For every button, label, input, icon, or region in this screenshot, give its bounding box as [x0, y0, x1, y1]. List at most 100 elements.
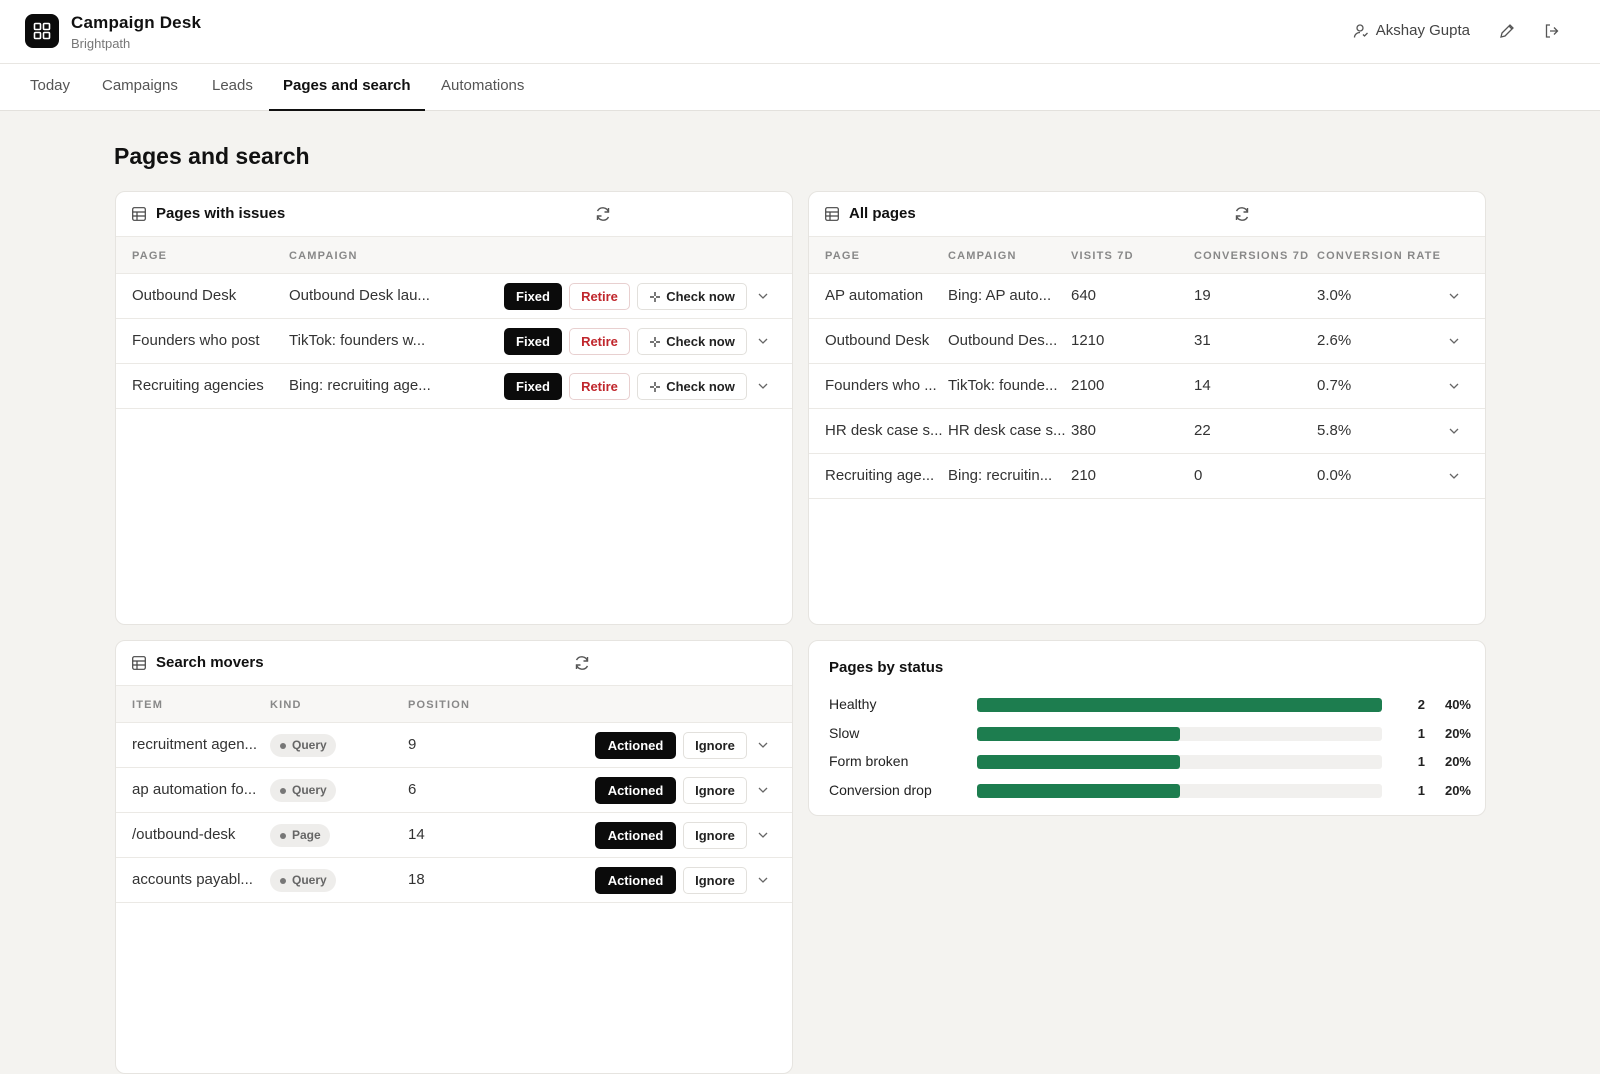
status-count: 1 — [1417, 754, 1425, 769]
card-title: All pages — [849, 205, 916, 222]
tab-campaigns[interactable]: Campaigns — [88, 64, 192, 111]
conversion-rate-cell: 0.7% — [1317, 377, 1352, 394]
sparkle-icon — [650, 381, 661, 392]
card-header: Pages with issues — [116, 192, 792, 237]
table-icon — [825, 207, 839, 221]
status-percent: 20% — [1444, 782, 1471, 798]
chevron-down-icon[interactable] — [756, 828, 770, 842]
tab-automations[interactable]: Automations — [427, 64, 538, 111]
visits-cell: 380 — [1071, 422, 1097, 439]
conversion-rate-cell: 0.0% — [1317, 467, 1352, 484]
table-row: Recruiting agencies Bing: recruiting age.… — [116, 364, 792, 409]
tab-pages-and-search[interactable]: Pages and search — [269, 64, 425, 111]
check-now-label: Check now — [666, 334, 735, 349]
app-title: Campaign Desk — [71, 13, 202, 32]
fixed-button[interactable]: Fixed — [504, 283, 562, 310]
table-row: recruitment agen... Query 9 Actioned Ignore — [116, 723, 792, 768]
status-label: Form broken — [829, 753, 909, 769]
table-row: AP automation Bing: AP auto... 640 19 3.0% — [809, 274, 1485, 319]
position-cell: 18 — [408, 871, 425, 888]
app-logo-icon[interactable] — [25, 14, 59, 48]
table-header: PAGE CAMPAIGN — [116, 237, 792, 274]
conversions-cell: 22 — [1194, 422, 1211, 439]
item-cell: recruitment agen... — [132, 736, 258, 753]
conversion-rate-cell: 2.6% — [1317, 332, 1352, 349]
ignore-button[interactable]: Ignore — [683, 867, 747, 894]
visits-cell: 1210 — [1071, 332, 1105, 349]
chevron-down-icon[interactable] — [1447, 334, 1461, 348]
user-name: Akshay Gupta — [1375, 22, 1470, 39]
column-header: ITEM — [132, 699, 164, 711]
actioned-button[interactable]: Actioned — [595, 777, 676, 804]
table-row: Recruiting age... Bing: recruitin... 210 0 0… — [809, 454, 1485, 499]
all-pages-card: All pages PAGE CAMPAIGN VISITS 7D CONVER… — [808, 191, 1486, 625]
table-row: HR desk case s... HR desk case s... 380 22 5… — [809, 409, 1485, 454]
status-count: 1 — [1417, 725, 1425, 741]
ignore-button[interactable]: Ignore — [683, 822, 747, 849]
page-cell: Outbound Desk — [825, 332, 930, 349]
status-row: Form broken 1 20% — [809, 751, 1485, 771]
status-count: 2 — [1417, 697, 1425, 712]
chevron-down-icon[interactable] — [756, 783, 770, 797]
card-title: Search movers — [156, 654, 264, 671]
edit-icon[interactable] — [1497, 21, 1517, 41]
conversions-cell: 0 — [1194, 467, 1203, 484]
chevron-down-icon[interactable] — [756, 738, 770, 752]
campaign-cell: TikTok: founders w... — [289, 332, 426, 349]
campaign-cell: Bing: AP auto... — [948, 287, 1052, 304]
kind-badge: Query — [270, 779, 336, 802]
table-row: Founders who ... TikTok: founde... 2100 14 0… — [809, 364, 1485, 409]
main-tabs: Today Campaigns Leads Pages and search A… — [0, 64, 1600, 111]
status-bar-fill — [977, 726, 1180, 741]
tab-today[interactable]: Today — [16, 64, 84, 111]
column-header: CAMPAIGN — [289, 250, 358, 262]
fixed-button[interactable]: Fixed — [504, 373, 562, 400]
chevron-down-icon[interactable] — [1447, 469, 1461, 483]
fixed-button[interactable]: Fixed — [504, 328, 562, 355]
table-row: /outbound-desk Page 14 Actioned Ignore — [116, 813, 792, 858]
chevron-down-icon[interactable] — [1447, 289, 1461, 303]
chevron-down-icon[interactable] — [1447, 379, 1461, 393]
user-menu[interactable]: Akshay Gupta — [1353, 22, 1470, 39]
status-bar-fill — [977, 783, 1180, 798]
chevron-down-icon[interactable] — [756, 873, 770, 887]
refresh-icon[interactable] — [594, 205, 612, 223]
table-icon — [132, 656, 146, 670]
status-bar-track — [977, 726, 1382, 741]
visits-cell: 210 — [1071, 467, 1097, 484]
chevron-down-icon[interactable] — [1447, 424, 1461, 438]
actioned-button[interactable]: Actioned — [595, 822, 676, 849]
retire-button[interactable]: Retire — [569, 373, 630, 400]
table-row: ap automation fo... Query 6 Actioned Ignore — [116, 768, 792, 813]
check-now-button[interactable]: Check now — [637, 373, 747, 400]
status-bar-fill — [977, 755, 1180, 769]
ignore-button[interactable]: Ignore — [683, 777, 747, 804]
table-header: PAGE CAMPAIGN VISITS 7D CONVERSIONS 7D C… — [809, 237, 1485, 274]
ignore-button[interactable]: Ignore — [683, 732, 747, 759]
retire-button[interactable]: Retire — [569, 283, 630, 310]
item-cell: ap automation fo... — [132, 781, 257, 798]
chevron-down-icon[interactable] — [756, 334, 770, 348]
chevron-down-icon[interactable] — [756, 289, 770, 303]
check-now-button[interactable]: Check now — [637, 328, 747, 355]
table-row: Outbound Desk Outbound Des... 1210 31 2.6% — [809, 319, 1485, 364]
kind-badge: Query — [270, 869, 336, 892]
tab-leads[interactable]: Leads — [198, 64, 267, 111]
refresh-icon[interactable] — [1233, 205, 1251, 223]
conversions-cell: 19 — [1194, 287, 1211, 304]
table-icon — [132, 207, 146, 221]
logout-icon[interactable] — [1542, 21, 1562, 41]
chevron-down-icon[interactable] — [756, 379, 770, 393]
actioned-button[interactable]: Actioned — [595, 867, 676, 894]
actioned-button[interactable]: Actioned — [595, 732, 676, 759]
workspace-name: Brightpath — [71, 36, 131, 51]
check-now-button[interactable]: Check now — [637, 283, 747, 310]
status-bar-track — [977, 755, 1382, 769]
visits-cell: 640 — [1071, 287, 1097, 304]
search-movers-card: Search movers ITEM KIND POSITION recruit… — [115, 640, 793, 1074]
retire-button[interactable]: Retire — [569, 328, 630, 355]
sparkle-icon — [650, 291, 661, 302]
status-row: Healthy 2 40% — [809, 694, 1485, 714]
column-header: CONVERSIONS 7D — [1194, 250, 1310, 262]
refresh-icon[interactable] — [573, 654, 591, 672]
